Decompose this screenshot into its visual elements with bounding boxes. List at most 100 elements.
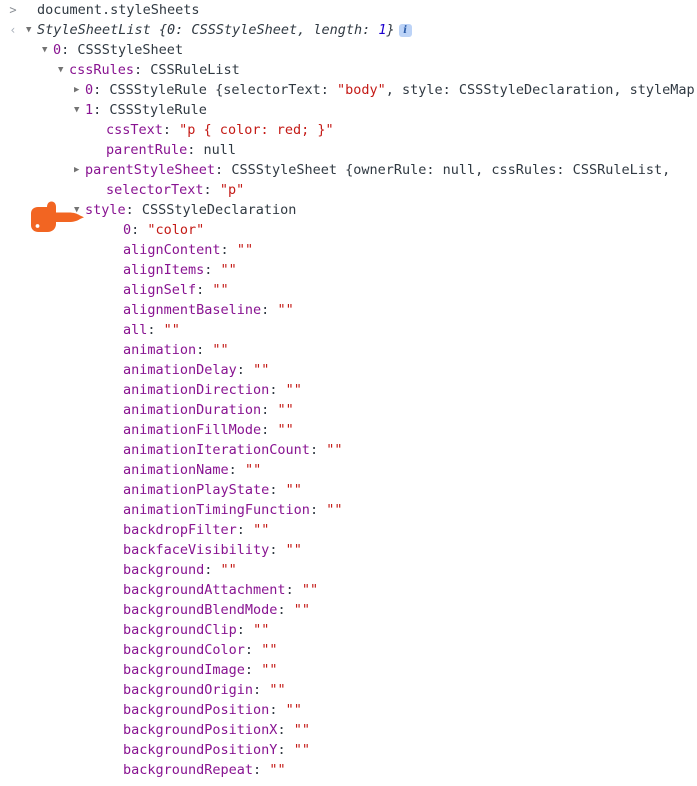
- console-line-animationName[interactable]: animationName: "": [0, 460, 697, 480]
- token: animationPlayState: [123, 482, 270, 498]
- console-line-style[interactable]: style: CSSStyleDeclaration: [0, 200, 697, 220]
- console-line-backfaceVisibility[interactable]: backfaceVisibility: "": [0, 540, 697, 560]
- console-line-animationDelay[interactable]: animationDelay: "": [0, 360, 697, 380]
- token: "": [212, 282, 229, 298]
- console-line-animationTimingFunction[interactable]: animationTimingFunction: "": [0, 500, 697, 520]
- console-line-animationFillMode[interactable]: animationFillMode: "": [0, 420, 697, 440]
- token: "": [326, 502, 343, 518]
- token: :: [244, 642, 262, 658]
- console-line-backgroundBlendMode[interactable]: backgroundBlendMode: "": [0, 600, 697, 620]
- console-line-parentRule[interactable]: parentRule: null: [0, 140, 697, 160]
- token: backgroundBlendMode: [123, 602, 278, 618]
- token: alignmentBaseline: [123, 302, 262, 318]
- console-line-backgroundImage[interactable]: backgroundImage: "": [0, 660, 697, 680]
- console-line-rule-0[interactable]: 0: CSSStyleRule {selectorText: "body", s…: [0, 80, 697, 100]
- console-line-selectorText[interactable]: selectorText: "p": [0, 180, 697, 200]
- disclosure-triangle-expanded-icon[interactable]: [74, 100, 85, 120]
- console-line-backgroundRepeat[interactable]: backgroundRepeat: "": [0, 760, 697, 780]
- info-badge-icon[interactable]: i: [398, 24, 412, 37]
- console-line-alignItems[interactable]: alignItems: "": [0, 260, 697, 280]
- token: animationIterationCount: [123, 442, 310, 458]
- console-line-result-root[interactable]: ‹ StyleSheetList {0: CSSStyleSheet, lengt…: [0, 20, 697, 40]
- console-line-animationIterationCount[interactable]: animationIterationCount: "": [0, 440, 697, 460]
- token: parentRule: [106, 142, 188, 158]
- console-line-animation[interactable]: animation: "": [0, 340, 697, 360]
- token: alignItems: [123, 262, 205, 278]
- token: "": [277, 302, 294, 318]
- token: CSSRuleList: [150, 62, 240, 78]
- token: animationName: [123, 462, 229, 478]
- token: {0: CSSStyleSheet, length:: [150, 22, 379, 38]
- console-line-backgroundPositionX[interactable]: backgroundPositionX: "": [0, 720, 697, 740]
- disclosure-triangle-collapsed-icon[interactable]: [74, 160, 85, 180]
- console-line-animationDuration[interactable]: animationDuration: "": [0, 400, 697, 420]
- token: :: [134, 62, 151, 78]
- token: cssRules: [69, 62, 135, 78]
- console-line-style-0[interactable]: 0: "color": [0, 220, 697, 240]
- token: :: [277, 742, 294, 758]
- disclosure-triangle-expanded-icon[interactable]: [26, 20, 37, 40]
- console-line-parentStyleSheet[interactable]: parentStyleSheet: CSSStyleSheet {ownerRu…: [0, 160, 697, 180]
- token: backgroundPositionY: [123, 742, 278, 758]
- disclosure-triangle-collapsed-icon[interactable]: [74, 80, 85, 100]
- console-line-alignContent[interactable]: alignContent: "": [0, 240, 697, 260]
- token: :: [236, 362, 254, 378]
- token: :: [196, 342, 213, 358]
- token: "p": [219, 182, 245, 198]
- disclosure-triangle-expanded-icon[interactable]: [58, 60, 69, 80]
- token: :: [215, 162, 232, 178]
- token: document.styleSheets: [37, 2, 200, 18]
- token: "": [269, 762, 286, 778]
- console-line-alignmentBaseline[interactable]: alignmentBaseline: "": [0, 300, 697, 320]
- token: :: [220, 242, 237, 258]
- token: CSSStyleDeclaration: [141, 202, 297, 218]
- token: StyleSheetList: [37, 22, 151, 38]
- console-line-alignSelf[interactable]: alignSelf: "": [0, 280, 697, 300]
- token: , style: CSSStyleDeclaration, styleMap: [385, 82, 695, 98]
- token: backgroundOrigin: [123, 682, 254, 698]
- console-line-background[interactable]: background: "": [0, 560, 697, 580]
- token: parentStyleSheet: [85, 162, 216, 178]
- token: :: [162, 122, 180, 138]
- token: "": [163, 322, 180, 338]
- console-line-cssText[interactable]: cssText: "p { color: red; }": [0, 120, 697, 140]
- devtools-console-panel[interactable]: > document.styleSheets ‹ StyleSheetList {0:…: [0, 0, 697, 786]
- console-line-input[interactable]: > document.styleSheets: [0, 0, 697, 20]
- token: CSSStyleSheet: [77, 42, 184, 58]
- token: CSSStyleRule: [109, 102, 207, 118]
- console-line-all[interactable]: all: "": [0, 320, 697, 340]
- token: :: [61, 42, 78, 58]
- disclosure-triangle-expanded-icon[interactable]: [42, 40, 53, 60]
- console-line-backgroundPositionY[interactable]: backgroundPositionY: "": [0, 740, 697, 760]
- console-line-animationDirection[interactable]: animationDirection: "": [0, 380, 697, 400]
- token: background: [123, 562, 205, 578]
- token: "": [253, 362, 270, 378]
- console-line-backgroundPosition[interactable]: backgroundPosition: "": [0, 700, 697, 720]
- console-line-cssRules[interactable]: cssRules: CSSRuleList: [0, 60, 697, 80]
- disclosure-triangle-expanded-icon[interactable]: [74, 200, 85, 220]
- token: :: [269, 482, 286, 498]
- token: 0: [123, 222, 132, 238]
- token: {ownerRule: null, cssRules: CSSRuleList,: [336, 162, 671, 178]
- console-line-backgroundColor[interactable]: backgroundColor: "": [0, 640, 697, 660]
- token: :: [309, 442, 327, 458]
- console-line-backdropFilter[interactable]: backdropFilter: "": [0, 520, 697, 540]
- token: "": [269, 682, 286, 698]
- console-line-animationPlayState[interactable]: animationPlayState: "": [0, 480, 697, 500]
- console-line-rule-1[interactable]: 1: CSSStyleRule: [0, 100, 697, 120]
- token: "": [220, 562, 237, 578]
- token: animationTimingFunction: [123, 502, 310, 518]
- token: "color": [147, 222, 205, 238]
- token: null: [203, 142, 237, 158]
- token: CSSStyleSheet: [231, 162, 337, 178]
- token: {selectorText:: [206, 82, 337, 98]
- console-line-sheet-0[interactable]: 0: CSSStyleSheet: [0, 40, 697, 60]
- console-line-backgroundOrigin[interactable]: backgroundOrigin: "": [0, 680, 697, 700]
- token: 1: [85, 102, 94, 118]
- console-line-backgroundAttachment[interactable]: backgroundAttachment: "": [0, 580, 697, 600]
- token: cssText: [106, 122, 163, 138]
- token: backgroundRepeat: [123, 762, 254, 778]
- token: CSSStyleRule: [109, 82, 207, 98]
- console-line-backgroundClip[interactable]: backgroundClip: "": [0, 620, 697, 640]
- token: animationDuration: [123, 402, 262, 418]
